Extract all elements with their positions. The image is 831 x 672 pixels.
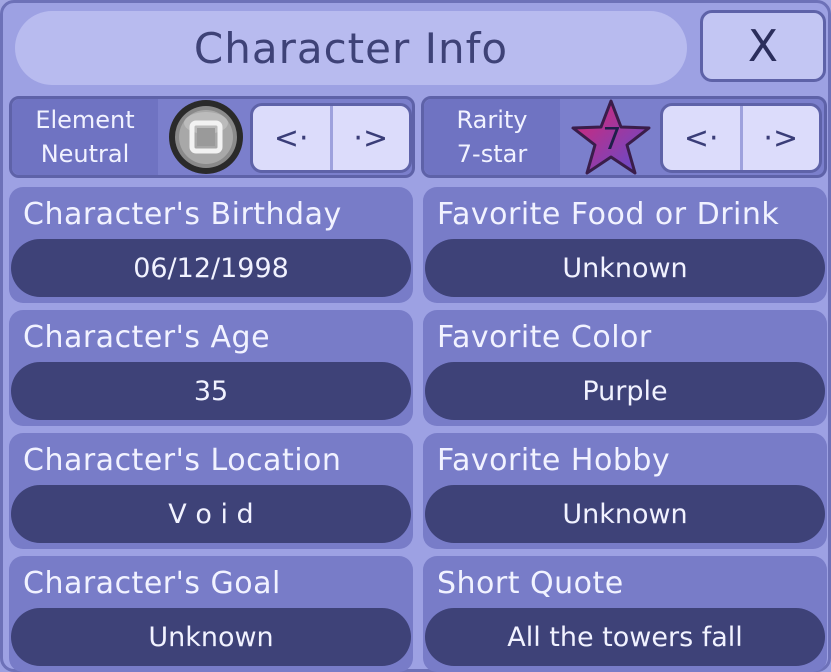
element-arrow-group: <· ·> [250,103,412,173]
page-title: Character Info [193,23,509,73]
element-label-box: Element Neutral [12,99,158,175]
location-field[interactable]: V o i d [11,485,411,543]
rarity-next-button[interactable]: ·> [739,106,820,170]
age-card: Character's Age 35 [9,310,413,426]
short-quote-label: Short Quote [437,566,624,601]
favorite-color-card: Favorite Color Purple [423,310,827,426]
character-info-panel: Character Info X Element Neutral <· ·> R… [0,0,831,672]
age-label: Character's Age [23,320,271,355]
rarity-value: 7-star [456,140,528,168]
element-label: Element [35,106,135,134]
favorite-hobby-card: Favorite Hobby Unknown [423,433,827,549]
star-icon: 7 [566,99,656,175]
short-quote-field[interactable]: All the towers fall [425,608,825,666]
favorite-food-field[interactable]: Unknown [425,239,825,297]
rarity-label-box: Rarity 7-star [424,99,560,175]
short-quote-card: Short Quote All the towers fall [423,556,827,672]
rarity-selector: Rarity 7-star 7 <· ·> [421,96,827,178]
location-card: Character's Location V o i d [9,433,413,549]
location-label: Character's Location [23,443,342,478]
rarity-badge-number: 7 [602,122,621,157]
goal-field[interactable]: Unknown [11,608,411,666]
favorite-color-field[interactable]: Purple [425,362,825,420]
favorite-food-label: Favorite Food or Drink [437,197,780,232]
goal-card: Character's Goal Unknown [9,556,413,672]
neutral-element-orb-icon [164,99,248,175]
rarity-prev-button[interactable]: <· [663,106,740,170]
element-selector: Element Neutral <· ·> [9,96,415,178]
birthday-card: Character's Birthday 06/12/1998 [9,187,413,303]
rarity-arrow-group: <· ·> [660,103,822,173]
favorite-food-card: Favorite Food or Drink Unknown [423,187,827,303]
element-prev-button[interactable]: <· [253,106,330,170]
favorite-hobby-field[interactable]: Unknown [425,485,825,543]
rarity-label: Rarity [456,106,528,134]
age-field[interactable]: 35 [11,362,411,420]
element-next-button[interactable]: ·> [329,106,410,170]
close-button[interactable]: X [700,10,826,82]
element-value: Neutral [40,140,130,168]
title-bar: Character Info [15,11,687,85]
birthday-label: Character's Birthday [23,197,342,232]
favorite-hobby-label: Favorite Hobby [437,443,671,478]
goal-label: Character's Goal [23,566,281,601]
birthday-field[interactable]: 06/12/1998 [11,239,411,297]
favorite-color-label: Favorite Color [437,320,652,355]
